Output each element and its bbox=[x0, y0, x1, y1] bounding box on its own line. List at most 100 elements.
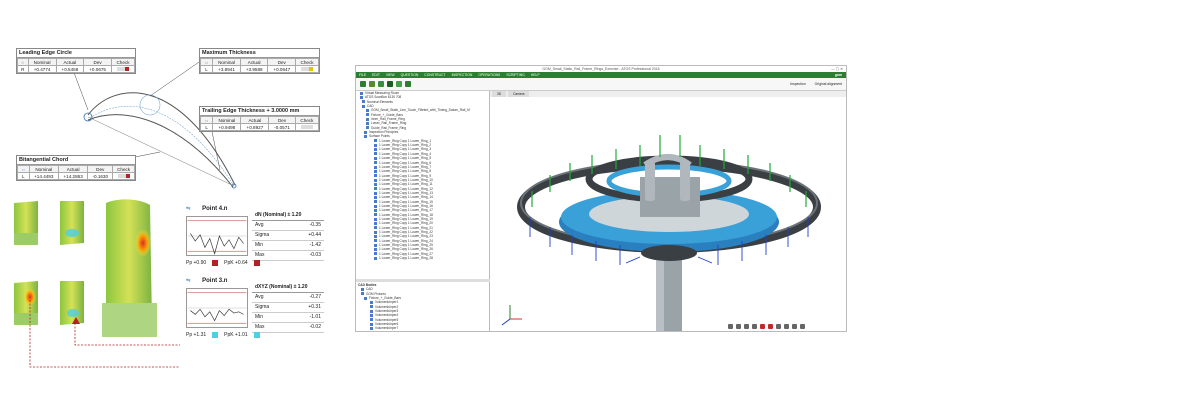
ring-model[interactable] bbox=[490, 97, 847, 332]
tree-node-icon bbox=[362, 104, 365, 108]
menu-inspection[interactable]: INSPECTION bbox=[452, 72, 473, 78]
pp-swatch bbox=[212, 260, 219, 266]
window-controls[interactable]: — ▢ ✕ bbox=[831, 66, 843, 72]
axis-cell: L bbox=[199, 123, 214, 131]
tree-item[interactable]: Volumenkörper8 bbox=[358, 331, 490, 332]
ribbon-toolbar: Inspection Original alignment bbox=[356, 78, 846, 91]
menu-operations[interactable]: OPERATIONS bbox=[478, 72, 500, 78]
col-nominal: Nominal bbox=[27, 58, 57, 66]
trailing-edge-title: Trailing Edge Thickness + 3.0000 mm bbox=[200, 107, 319, 116]
thickness-icon: ⇔ bbox=[204, 117, 209, 123]
pp-value: Pp +0.90 bbox=[186, 260, 207, 266]
col-check: Check bbox=[294, 116, 320, 124]
tree-node-icon bbox=[374, 252, 377, 256]
tool-icon[interactable] bbox=[396, 81, 402, 87]
menu-question[interactable]: QUESTION bbox=[401, 72, 419, 78]
col-dev: Dev bbox=[268, 116, 296, 124]
col-nominal: Nominal bbox=[28, 165, 59, 173]
point3-series-line bbox=[190, 308, 244, 322]
point4-series-line bbox=[190, 233, 244, 255]
point4-header: ⇋ Point 4.n bbox=[186, 206, 227, 212]
tree-node-icon bbox=[374, 191, 377, 195]
stat-value: -0.02 bbox=[289, 322, 324, 333]
zoom-icon[interactable] bbox=[744, 324, 749, 329]
deselect-icon[interactable] bbox=[768, 324, 773, 329]
element-tree: Virtual Measuring Room ATOS ScanBox 6130 … bbox=[356, 91, 489, 260]
tree-node-icon bbox=[370, 314, 373, 318]
nominal-cell: +0.4774 bbox=[27, 65, 57, 73]
axis-cell: L bbox=[17, 172, 30, 180]
pp-swatch bbox=[212, 332, 219, 338]
point4-chart bbox=[186, 216, 248, 256]
save-icon[interactable] bbox=[378, 81, 384, 87]
fit-icon[interactable] bbox=[752, 324, 757, 329]
select-icon[interactable] bbox=[760, 324, 765, 329]
check-indicator bbox=[116, 67, 129, 72]
tree-node-icon bbox=[370, 322, 373, 326]
settings-icon[interactable] bbox=[800, 324, 805, 329]
nominal-cell: +14.4493 bbox=[28, 172, 59, 180]
tree-node-icon bbox=[366, 126, 369, 130]
tree-node-icon bbox=[374, 256, 377, 260]
menu-file[interactable]: FILE bbox=[359, 72, 366, 78]
check-cell bbox=[112, 172, 135, 180]
leading-edge-title: Leading Edge Circle bbox=[17, 49, 135, 58]
check-cell bbox=[294, 123, 320, 131]
menu-help[interactable]: HELP bbox=[531, 72, 540, 78]
stat-value: -0.03 bbox=[289, 250, 324, 261]
window-title: GOM_Small_Static_Rail_Frame_Rings_Exerci… bbox=[542, 67, 660, 71]
section-icon[interactable] bbox=[776, 324, 781, 329]
measure-tool-icon[interactable] bbox=[784, 324, 789, 329]
point4-stats: dN (Nominal) ± 1.20 Avg -0.35 Sigma +0.44 … bbox=[252, 210, 324, 261]
check-indicator bbox=[301, 67, 314, 72]
max-thickness-title: Maximum Thickness bbox=[200, 49, 319, 58]
col-dev: Dev bbox=[83, 58, 112, 66]
import-icon[interactable] bbox=[387, 81, 393, 87]
menu-scripting[interactable]: SCRIPTING bbox=[506, 72, 524, 78]
point4-title: Point 4.n bbox=[202, 206, 228, 212]
point3-card: ⇋ Point 3.n dXYZ (Nominal) ± 1.20 Avg -0.… bbox=[186, 278, 326, 348]
pan-icon[interactable] bbox=[736, 324, 741, 329]
stat-value: -1.42 bbox=[289, 240, 324, 251]
dev-cell: +0.0647 bbox=[267, 65, 297, 73]
tree-node-icon bbox=[374, 195, 377, 199]
view-toolbar bbox=[728, 323, 838, 330]
tree-node-icon bbox=[374, 208, 377, 212]
point3-stat-header: dXYZ (Nominal) ± 1.20 bbox=[252, 282, 324, 293]
tree-node-icon bbox=[374, 200, 377, 204]
point3-title: Point 3.n bbox=[202, 278, 228, 284]
tree-node-icon bbox=[374, 204, 377, 208]
nominal-cell: +0.9498 bbox=[212, 123, 242, 131]
label-icon[interactable] bbox=[792, 324, 797, 329]
check-indicator bbox=[117, 174, 130, 179]
tree-node-icon bbox=[364, 130, 367, 134]
actual-cell: +0.8927 bbox=[240, 123, 270, 131]
3d-viewport[interactable]: 3D Camera bbox=[490, 91, 847, 332]
chord-icon: ⇔ bbox=[21, 166, 26, 172]
menu-edit[interactable]: EDIT bbox=[372, 72, 380, 78]
point3-header: ⇋ Point 3.n bbox=[186, 278, 227, 284]
inspection-dropdown[interactable]: Inspection bbox=[790, 82, 805, 86]
window-titlebar: GOM_Small_Static_Rail_Frame_Rings_Exerci… bbox=[356, 66, 846, 72]
stat-label: Max bbox=[252, 250, 290, 261]
tree-node-icon bbox=[366, 117, 369, 121]
open-icon[interactable] bbox=[369, 81, 375, 87]
tree-item-label: 1 Lower_Ring Copy 1 Lower_Ring_28 bbox=[379, 256, 433, 261]
col-actual: Actual bbox=[239, 58, 269, 66]
col-check: Check bbox=[110, 58, 136, 66]
tree-item[interactable]: 1 Lower_Ring Copy 1 Lower_Ring_28 bbox=[358, 256, 489, 260]
alignment-dropdown[interactable]: Original alignment bbox=[815, 82, 842, 86]
menu-view[interactable]: VIEW bbox=[386, 72, 395, 78]
tree-node-icon bbox=[374, 165, 377, 169]
menu-construct[interactable]: CONSTRUCT bbox=[424, 72, 445, 78]
tree-node-icon bbox=[374, 217, 377, 221]
stat-label: Sigma bbox=[252, 302, 290, 313]
tree-node-icon bbox=[370, 318, 373, 322]
tree-node-icon bbox=[374, 139, 377, 143]
pane-splitter[interactable] bbox=[356, 279, 490, 282]
tree-node-icon bbox=[374, 152, 377, 156]
measure-icon[interactable] bbox=[405, 81, 411, 87]
rotate-icon[interactable] bbox=[728, 324, 733, 329]
new-icon[interactable] bbox=[360, 81, 366, 87]
tree-node-icon bbox=[361, 292, 364, 296]
